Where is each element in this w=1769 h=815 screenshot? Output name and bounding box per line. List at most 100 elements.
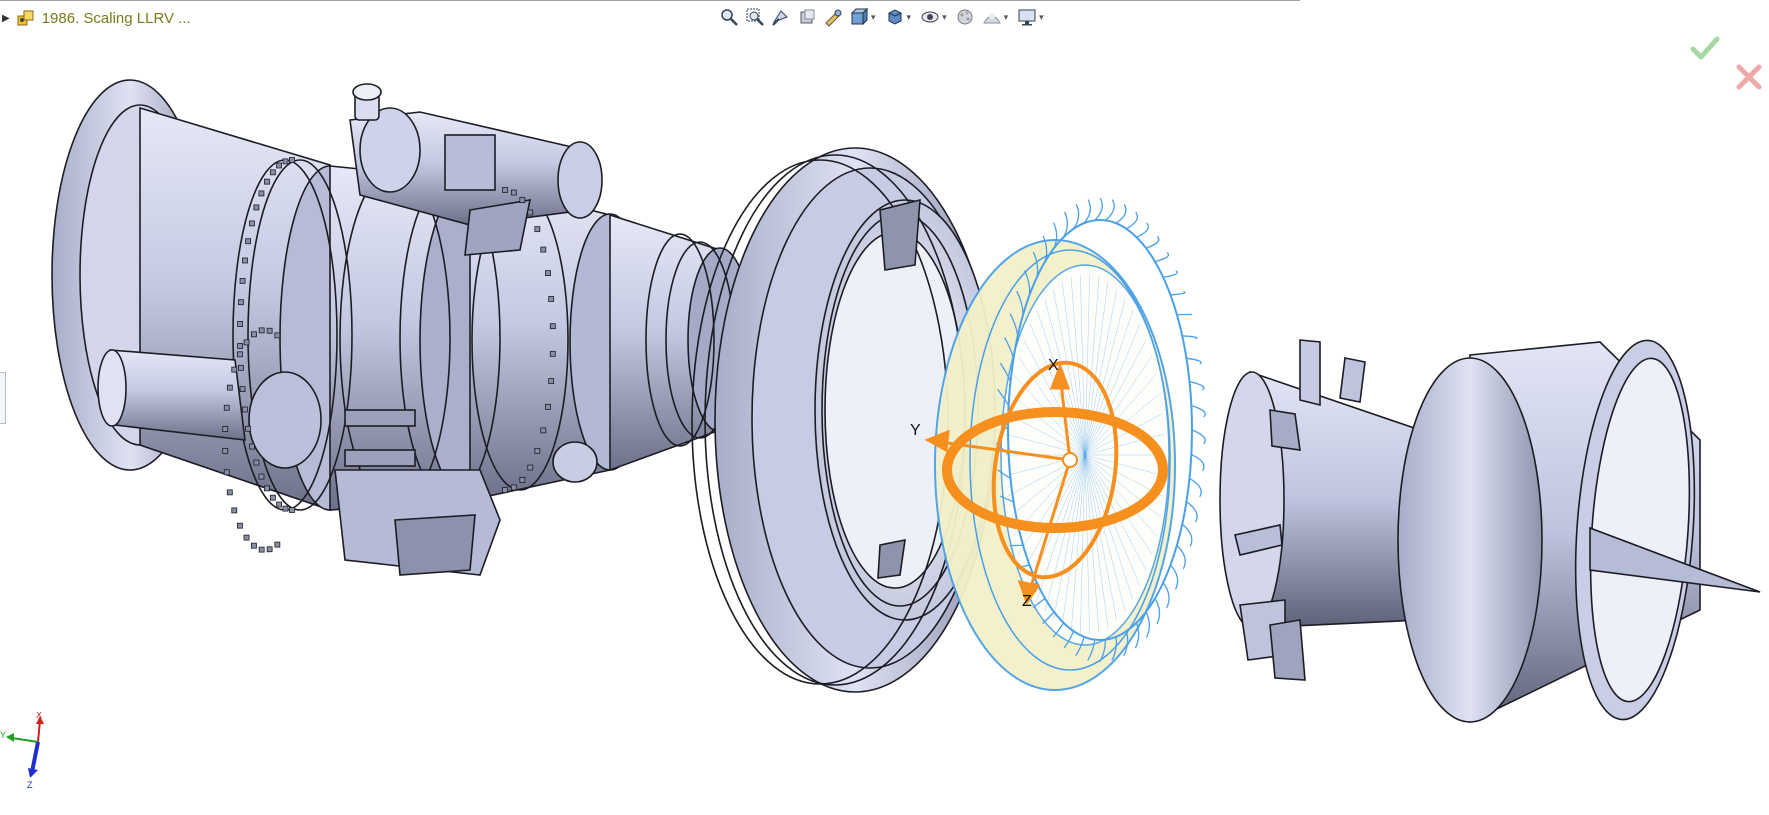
- bolt: [548, 378, 555, 384]
- turbine-blade: [1181, 523, 1193, 547]
- turbine-blade: [1186, 357, 1202, 365]
- bolt: [276, 501, 282, 508]
- bolt: [502, 487, 508, 493]
- bolt: [540, 427, 547, 434]
- turbine-blade: [1083, 199, 1091, 224]
- bolt: [231, 507, 238, 514]
- bolt: [239, 278, 246, 284]
- bolt: [223, 404, 230, 411]
- turbine-blade: [1189, 380, 1205, 391]
- turbine-blade: [1162, 270, 1178, 278]
- bolt: [519, 476, 526, 483]
- turbine-blade: [1145, 235, 1160, 249]
- bolt: [251, 542, 257, 549]
- bolt: [243, 534, 250, 541]
- bolt: [237, 522, 243, 529]
- bolt: [249, 443, 255, 450]
- turbine-blade: [1176, 544, 1186, 570]
- exhaust-nozzle[interactable]: [1397, 336, 1761, 724]
- bolt: [222, 426, 229, 433]
- bolt: [289, 507, 295, 513]
- bolt: [238, 299, 244, 306]
- bolt: [253, 204, 260, 211]
- bolt: [510, 484, 517, 491]
- bolt: [242, 406, 248, 413]
- bolt: [510, 189, 517, 196]
- bolt: [548, 296, 555, 302]
- bolt: [269, 494, 276, 501]
- bolt: [243, 339, 250, 346]
- bolt: [226, 384, 233, 391]
- bolt: [237, 343, 244, 349]
- bolt: [527, 464, 534, 471]
- turbine-blade: [1154, 598, 1161, 625]
- ref-y-label: Y: [0, 730, 6, 740]
- bolt: [237, 321, 244, 327]
- turbine-blade: [1170, 564, 1179, 590]
- bolt: [549, 350, 556, 357]
- bolt: [289, 157, 295, 163]
- bolt: [223, 469, 230, 476]
- turbine-blade: [1189, 477, 1202, 498]
- bolt: [527, 209, 534, 216]
- bolt: [245, 425, 251, 432]
- bolt: [226, 489, 233, 496]
- bolt: [231, 366, 238, 373]
- bolt: [237, 351, 243, 358]
- turbine-blade: [1191, 453, 1205, 472]
- bolt: [545, 403, 551, 410]
- bolt: [534, 447, 541, 454]
- turbine-blade: [1182, 335, 1198, 340]
- bolt: [238, 364, 244, 371]
- turbine-blade: [1191, 404, 1206, 418]
- bolt: [276, 162, 282, 169]
- turbine-blade: [1170, 291, 1186, 296]
- reference-triad: X Y Z: [0, 712, 44, 790]
- turbine-blade: [1145, 611, 1151, 638]
- triad-y-label: Y: [910, 422, 921, 439]
- bolt: [269, 169, 276, 176]
- bolt: [282, 505, 289, 512]
- bolt: [264, 485, 270, 492]
- turbine-blade: [1162, 582, 1170, 609]
- bolt: [258, 190, 265, 197]
- bolt: [258, 546, 265, 553]
- bolt: [274, 541, 281, 548]
- graphics-area[interactable]: ▶ 1986. Scaling LLRV ... ▾ ▾ ▾ ▾ ▾ X Y Z…: [0, 0, 1769, 815]
- turbine-blade: [1115, 204, 1127, 224]
- bolt: [540, 246, 547, 253]
- selected-turbine-wheel[interactable]: [934, 197, 1206, 691]
- bolt: [251, 331, 257, 338]
- bolt: [249, 220, 255, 227]
- bolt: [253, 459, 260, 466]
- triad-x-label: X: [1048, 357, 1059, 374]
- exhaust-frame[interactable]: [1219, 339, 1421, 681]
- turbine-blade: [1104, 199, 1115, 221]
- engine-core-body[interactable]: [51, 79, 753, 576]
- bolt: [222, 447, 229, 454]
- turbine-blade: [1136, 222, 1150, 238]
- bolt: [258, 327, 265, 334]
- ref-x-label: X: [36, 712, 42, 720]
- triad-z-label: Z: [1022, 593, 1032, 610]
- bolt: [549, 323, 556, 330]
- bolt: [274, 332, 281, 339]
- bolt: [264, 178, 270, 185]
- turbine-blade: [1094, 197, 1103, 221]
- turbine-blade: [1191, 429, 1206, 445]
- turbine-blade: [1186, 501, 1198, 523]
- bolt: [502, 187, 508, 193]
- turbine-blade: [1154, 251, 1170, 263]
- bolt: [245, 238, 251, 245]
- bolt: [282, 158, 289, 165]
- bolt: [258, 473, 265, 480]
- turbine-blade: [1126, 211, 1139, 230]
- model-scene: X Y Z: [51, 79, 1761, 724]
- bolt: [266, 546, 273, 553]
- bolt: [519, 197, 526, 204]
- bolt: [242, 257, 248, 264]
- bolt: [545, 270, 551, 277]
- bolt: [534, 226, 541, 233]
- bolt: [266, 327, 273, 334]
- bolt: [239, 386, 246, 392]
